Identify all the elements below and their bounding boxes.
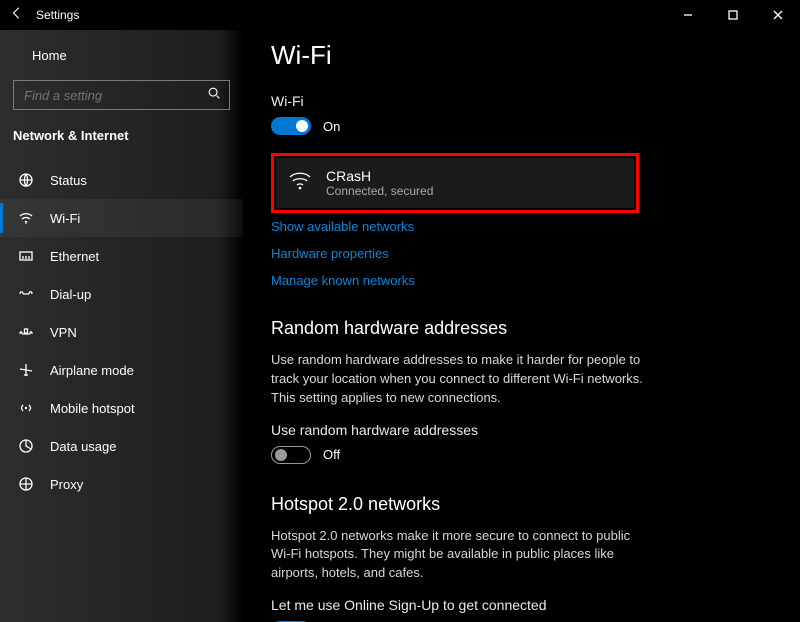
sidebar-home[interactable]: Home (0, 36, 243, 74)
sidebar-nav: Status Wi-Fi Ethernet Dial-up (0, 161, 243, 503)
sidebar-home-label: Home (32, 48, 67, 63)
page-title: Wi-Fi (271, 40, 800, 71)
back-button[interactable] (10, 6, 24, 25)
sidebar-item-dialup[interactable]: Dial-up (0, 275, 243, 313)
sidebar-item-label: Status (50, 173, 87, 188)
content-pane: Wi-Fi Wi-Fi On CRasH Connected, secured … (243, 30, 800, 622)
minimize-button[interactable] (665, 0, 710, 30)
window-title: Settings (36, 8, 79, 22)
current-network-card[interactable]: CRasH Connected, secured (276, 158, 634, 208)
search-input[interactable] (24, 88, 194, 103)
link-manage-known[interactable]: Manage known networks (271, 273, 800, 288)
random-mac-toggle[interactable] (271, 446, 311, 464)
vpn-icon (17, 324, 35, 340)
random-mac-toggle-label: Use random hardware addresses (271, 422, 800, 438)
sidebar-item-hotspot[interactable]: Mobile hotspot (0, 389, 243, 427)
ethernet-icon (17, 248, 35, 264)
network-status: Connected, secured (326, 184, 433, 198)
link-hardware-properties[interactable]: Hardware properties (271, 246, 800, 261)
sidebar: Home Network & Internet Status Wi-Fi (0, 30, 243, 622)
sidebar-item-label: Ethernet (50, 249, 99, 264)
sidebar-item-label: VPN (50, 325, 77, 340)
wifi-icon (17, 210, 35, 226)
sidebar-item-label: Data usage (50, 439, 117, 454)
search-icon (207, 86, 221, 105)
status-icon (17, 172, 35, 188)
sidebar-item-label: Proxy (50, 477, 83, 492)
network-name: CRasH (326, 168, 433, 184)
sidebar-item-status[interactable]: Status (0, 161, 243, 199)
sidebar-item-ethernet[interactable]: Ethernet (0, 237, 243, 275)
wifi-toggle-state: On (323, 119, 340, 134)
wifi-toggle[interactable] (271, 117, 311, 135)
close-button[interactable] (755, 0, 800, 30)
wifi-signal-icon (288, 169, 312, 198)
random-mac-toggle-state: Off (323, 447, 340, 462)
hotspot20-toggle-label: Let me use Online Sign-Up to get connect… (271, 597, 800, 613)
datausage-icon (17, 438, 35, 454)
hotspot20-body: Hotspot 2.0 networks make it more secure… (271, 527, 651, 584)
sidebar-item-datausage[interactable]: Data usage (0, 427, 243, 465)
search-box[interactable] (13, 80, 230, 110)
maximize-button[interactable] (710, 0, 755, 30)
sidebar-item-label: Wi-Fi (50, 211, 80, 226)
sidebar-item-wifi[interactable]: Wi-Fi (0, 199, 243, 237)
airplane-icon (17, 362, 35, 378)
highlight-box: CRasH Connected, secured (271, 153, 639, 213)
hotspot-icon (17, 400, 35, 416)
random-mac-body: Use random hardware addresses to make it… (271, 351, 651, 408)
sidebar-item-proxy[interactable]: Proxy (0, 465, 243, 503)
wifi-section-label: Wi-Fi (271, 93, 800, 109)
sidebar-item-label: Mobile hotspot (50, 401, 135, 416)
sidebar-item-vpn[interactable]: VPN (0, 313, 243, 351)
random-mac-heading: Random hardware addresses (271, 318, 800, 339)
sidebar-category: Network & Internet (0, 124, 243, 157)
hotspot20-heading: Hotspot 2.0 networks (271, 494, 800, 515)
sidebar-item-label: Airplane mode (50, 363, 134, 378)
sidebar-item-label: Dial-up (50, 287, 91, 302)
dialup-icon (17, 286, 35, 302)
link-show-available[interactable]: Show available networks (271, 219, 800, 234)
sidebar-item-airplane[interactable]: Airplane mode (0, 351, 243, 389)
titlebar: Settings (0, 0, 800, 30)
proxy-icon (17, 476, 35, 492)
